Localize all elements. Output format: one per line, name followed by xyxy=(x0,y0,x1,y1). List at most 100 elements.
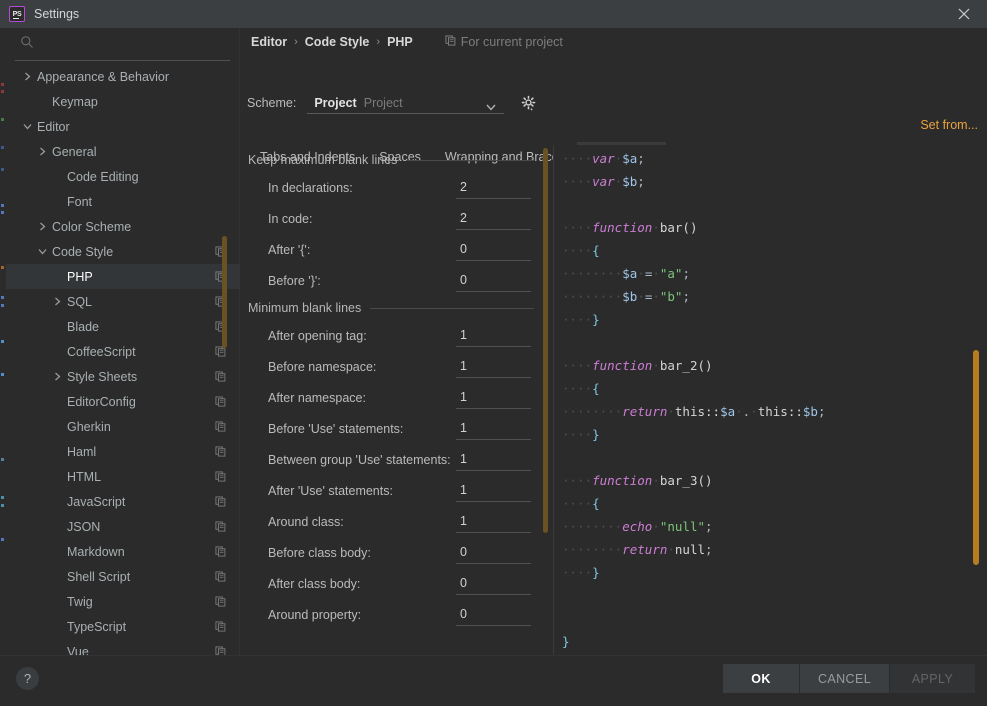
sidebar-item-twig[interactable]: Twig xyxy=(6,589,240,614)
code-line: ········$a·=·"a"; xyxy=(554,262,987,285)
form-row-input[interactable] xyxy=(460,545,531,559)
gear-icon[interactable] xyxy=(520,95,537,112)
form-row-input-wrapper[interactable] xyxy=(456,603,531,626)
form-row-input[interactable] xyxy=(460,452,531,466)
form-row-input-wrapper[interactable] xyxy=(456,238,531,261)
form-row-input[interactable] xyxy=(460,328,531,342)
project-scope-icon[interactable] xyxy=(215,546,226,557)
code-preview-pane[interactable]: ····var·$a; ····var·$b; ····function·bar(… xyxy=(553,145,987,655)
project-scope-icon xyxy=(445,35,456,49)
project-scope-icon[interactable] xyxy=(215,396,226,407)
sidebar-item-editor[interactable]: Editor xyxy=(6,114,240,139)
code-token: ···· xyxy=(562,427,593,442)
project-scope-icon[interactable] xyxy=(215,371,226,382)
help-button[interactable]: ? xyxy=(16,667,39,690)
form-row-input-wrapper[interactable] xyxy=(456,417,531,440)
form-row-input-wrapper[interactable] xyxy=(456,176,531,199)
code-token: ···· xyxy=(562,151,593,166)
form-row: Before namespace: xyxy=(241,351,546,382)
form-row-input[interactable] xyxy=(460,483,531,497)
search-input[interactable] xyxy=(34,37,226,52)
sidebar-item-html[interactable]: HTML xyxy=(6,464,240,489)
form-row-input[interactable] xyxy=(460,211,531,225)
marker-dash xyxy=(1,538,4,541)
sidebar-scrollbar[interactable] xyxy=(222,236,227,348)
sidebar-item-code-editing[interactable]: Code Editing xyxy=(6,164,240,189)
form-row-input-wrapper[interactable] xyxy=(456,572,531,595)
sidebar-item-json[interactable]: JSON xyxy=(6,514,240,539)
marker-dash xyxy=(1,304,4,307)
code-token: ···· xyxy=(562,358,593,373)
chevron-down-icon[interactable] xyxy=(22,121,33,132)
project-scope-icon[interactable] xyxy=(215,646,226,655)
ok-button[interactable]: OK xyxy=(723,664,799,693)
form-row-input-wrapper[interactable] xyxy=(456,510,531,533)
code-token: · xyxy=(750,404,758,419)
sidebar-item-sql[interactable]: SQL xyxy=(6,289,240,314)
preview-scrollbar[interactable] xyxy=(973,350,979,565)
form-row-input-wrapper[interactable] xyxy=(456,324,531,347)
form-row-input[interactable] xyxy=(460,242,531,256)
project-scope-icon[interactable] xyxy=(215,471,226,482)
sidebar-item-general[interactable]: General xyxy=(6,139,240,164)
code-token: echo xyxy=(622,519,653,534)
sidebar-item-editorconfig[interactable]: EditorConfig xyxy=(6,389,240,414)
form-row-input-wrapper[interactable] xyxy=(456,448,531,471)
sidebar-item-typescript[interactable]: TypeScript xyxy=(6,614,240,639)
form-row-input-wrapper[interactable] xyxy=(456,207,531,230)
form-scrollbar[interactable] xyxy=(543,148,548,533)
project-scope-icon[interactable] xyxy=(215,496,226,507)
sidebar-item-color-scheme[interactable]: Color Scheme xyxy=(6,214,240,239)
form-row-input-wrapper[interactable] xyxy=(456,269,531,292)
chevron-right-icon[interactable] xyxy=(37,146,48,157)
chevron-right-icon[interactable] xyxy=(52,296,63,307)
form-row-input-wrapper[interactable] xyxy=(456,541,531,564)
chevron-right-icon[interactable] xyxy=(22,71,33,82)
sidebar-item-appearance-behavior[interactable]: Appearance & Behavior xyxy=(6,64,240,89)
sidebar-item-javascript[interactable]: JavaScript xyxy=(6,489,240,514)
close-icon[interactable] xyxy=(941,0,987,28)
form-row-input[interactable] xyxy=(460,390,531,404)
scheme-dropdown[interactable]: Project Project xyxy=(307,92,505,114)
chevron-right-icon[interactable] xyxy=(37,221,48,232)
sidebar-item-code-style[interactable]: Code Style xyxy=(6,239,240,264)
breadcrumb-item-php[interactable]: PHP xyxy=(387,35,413,49)
sidebar-item-style-sheets[interactable]: Style Sheets xyxy=(6,364,240,389)
cancel-button[interactable]: CANCEL xyxy=(800,664,889,693)
sidebar-item-blade[interactable]: Blade xyxy=(6,314,240,339)
settings-tree[interactable]: Appearance & Behavior Keymap Editor General… xyxy=(6,64,240,655)
sidebar-item-coffeescript[interactable]: CoffeeScript xyxy=(6,339,240,364)
form-row-input[interactable] xyxy=(460,359,531,373)
set-from-link[interactable]: Set from... xyxy=(920,118,978,132)
search-field[interactable] xyxy=(6,28,240,61)
sidebar-item-php[interactable]: PHP xyxy=(6,264,240,289)
breadcrumb-item-code-style[interactable]: Code Style xyxy=(305,35,370,49)
sidebar-item-haml[interactable]: Haml xyxy=(6,439,240,464)
breadcrumb-item-editor[interactable]: Editor xyxy=(251,35,287,49)
project-scope-icon[interactable] xyxy=(215,596,226,607)
project-scope-icon[interactable] xyxy=(215,421,226,432)
form-row-input[interactable] xyxy=(460,273,531,287)
chevron-right-icon[interactable] xyxy=(52,371,63,382)
project-scope-icon[interactable] xyxy=(215,446,226,457)
sidebar-item-vue[interactable]: Vue xyxy=(6,639,240,655)
chevron-down-icon[interactable] xyxy=(37,246,48,257)
form-row-input[interactable] xyxy=(460,180,531,194)
sidebar-item-markdown[interactable]: Markdown xyxy=(6,539,240,564)
project-scope-icon[interactable] xyxy=(215,621,226,632)
form-row-input-wrapper[interactable] xyxy=(456,386,531,409)
project-scope-icon[interactable] xyxy=(215,571,226,582)
sidebar-item-gherkin[interactable]: Gherkin xyxy=(6,414,240,439)
form-row-input[interactable] xyxy=(460,607,531,621)
sidebar-item-shell-script[interactable]: Shell Script xyxy=(6,564,240,589)
sidebar-item-keymap[interactable]: Keymap xyxy=(6,89,240,114)
form-row-input[interactable] xyxy=(460,421,531,435)
sidebar-item-font[interactable]: Font xyxy=(6,189,240,214)
form-row-input[interactable] xyxy=(460,576,531,590)
form-row-input[interactable] xyxy=(460,514,531,528)
apply-button[interactable]: APPLY xyxy=(890,664,975,693)
form-row-input-wrapper[interactable] xyxy=(456,355,531,378)
sidebar-item-label: Gherkin xyxy=(67,419,111,434)
project-scope-icon[interactable] xyxy=(215,521,226,532)
form-row-input-wrapper[interactable] xyxy=(456,479,531,502)
